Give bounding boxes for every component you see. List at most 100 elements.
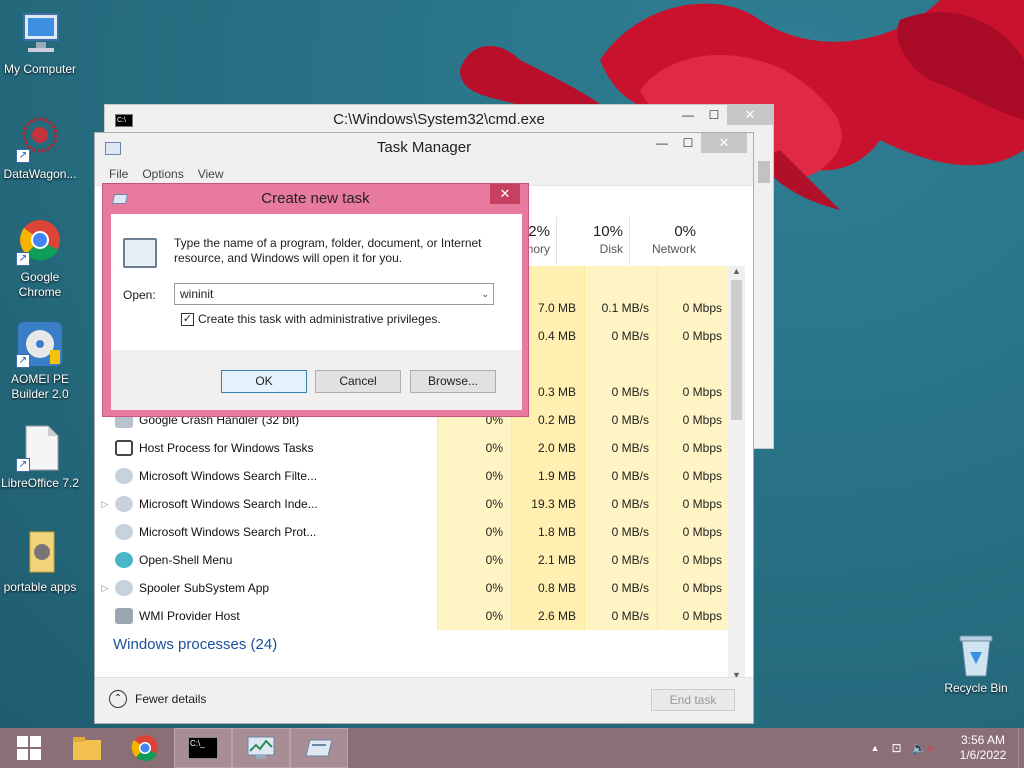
process-icon [115, 440, 133, 456]
chevron-down-icon[interactable]: ⌄ [481, 284, 489, 304]
folder-icon [16, 528, 64, 576]
tm-title-bar[interactable]: Task Manager — ☐ ✕ [95, 133, 753, 163]
open-combobox[interactable]: wininit ⌄ [174, 283, 494, 305]
aomei-icon: ↗ [16, 320, 64, 368]
close-button[interactable]: ✕ [490, 184, 520, 204]
dialog-message: Type the name of a program, folder, docu… [174, 236, 482, 265]
expand-arrow-icon[interactable]: ▷ [95, 499, 115, 510]
scroll-thumb[interactable] [731, 280, 742, 420]
clock-time: 3:56 AM [960, 733, 1006, 747]
cmd-icon: C:\ [115, 114, 133, 127]
desktop-icon-label: AOMEI PE Builder 2.0 [10, 372, 69, 401]
menu-file[interactable]: File [109, 163, 128, 185]
desktop-icon-label: My Computer [3, 62, 77, 76]
column-disk[interactable]: 10% Disk [556, 217, 629, 265]
process-name: WMI Provider Host [139, 609, 240, 623]
process-icon [115, 580, 133, 596]
desktop-icon-datawagon[interactable]: ↗ DataWagon... [0, 115, 80, 182]
desktop-icon-label: portable apps [3, 580, 77, 594]
cancel-button[interactable]: Cancel [315, 370, 401, 393]
datawagon-icon: ↗ [16, 115, 64, 163]
tm-scrollbar[interactable]: ▲ ▼ [728, 266, 745, 680]
start-button[interactable] [0, 728, 58, 768]
process-name: Microsoft Windows Search Filte... [139, 469, 318, 483]
dialog-title-bar[interactable]: Create new task ✕ [103, 184, 528, 214]
taskbar-run-dialog[interactable] [290, 728, 348, 768]
volume-muted-icon[interactable]: 🔈✕ [912, 741, 935, 755]
maximize-button[interactable]: ☐ [701, 105, 727, 125]
tray-chevron-up-icon[interactable]: ▲ [871, 743, 880, 753]
scroll-thumb[interactable] [758, 161, 770, 183]
maximize-button[interactable]: ☐ [675, 133, 701, 153]
clock[interactable]: 3:56 AM 1/6/2022 [948, 733, 1018, 763]
table-row[interactable]: WMI Provider Host 0% 2.6 MB 0 MB/s 0 Mbps [95, 602, 729, 630]
desktop-icon-label: LibreOffice 7.2 [1, 476, 79, 490]
column-network[interactable]: 0% Network [629, 217, 702, 265]
system-tray: ▲ ⊡ 🔈✕ 3:56 AM 1/6/2022 [871, 728, 1024, 768]
shortcut-arrow-icon: ↗ [16, 252, 30, 266]
table-row[interactable]: Host Process for Windows Tasks 0% 2.0 MB 0… [95, 434, 729, 462]
cmd-icon: C:\_ [188, 737, 218, 759]
checkbox-check-icon[interactable]: ✓ [181, 312, 194, 326]
create-new-task-dialog[interactable]: Create new task ✕ Type the name of a pro… [102, 183, 529, 417]
desktop-icon-label: Google Chrome [18, 270, 62, 299]
table-row[interactable]: ▷ Spooler SubSystem App 0% 0.8 MB 0 MB/s 0 … [95, 574, 729, 602]
taskbar-file-explorer[interactable] [58, 728, 116, 768]
desktop-icon-portable-apps[interactable]: portable apps [0, 528, 80, 595]
checkbox-label: Create this task with administrative pri… [198, 312, 441, 326]
taskbar-cmd[interactable]: C:\_ [174, 728, 232, 768]
expand-arrow-icon[interactable]: ▷ [95, 583, 115, 594]
run-icon [305, 739, 333, 757]
run-program-icon [123, 238, 157, 268]
process-name: Microsoft Windows Search Inde... [139, 497, 318, 511]
cmd-title: C:\Windows\System32\cmd.exe [333, 111, 545, 128]
table-row[interactable]: ▷ Microsoft Windows Search Inde... 0% 19.… [95, 490, 729, 518]
open-label: Open: [123, 288, 156, 302]
open-input-value[interactable]: wininit [180, 287, 213, 301]
process-name: Spooler SubSystem App [139, 581, 270, 595]
table-row[interactable]: Open-Shell Menu 0% 2.1 MB 0 MB/s 0 Mbps [95, 546, 729, 574]
scroll-up-icon[interactable]: ▲ [728, 266, 745, 276]
cmd-scrollbar[interactable] [755, 149, 773, 441]
tm-menubar: File Options View [95, 163, 753, 185]
close-button[interactable]: ✕ [727, 105, 773, 125]
process-name: Microsoft Windows Search Prot... [139, 525, 317, 539]
cmd-title-bar[interactable]: C:\ C:\Windows\System32\cmd.exe — ☐ ✕ [105, 105, 773, 135]
desktop-icon-my-computer[interactable]: My Computer [0, 10, 80, 77]
desktop-icon-recycle-bin[interactable]: Recycle Bin [936, 630, 1016, 695]
section-header: Windows processes (24) [113, 636, 278, 653]
desktop-icon-aomei-pe-builder[interactable]: ↗ AOMEI PE Builder 2.0 [0, 320, 80, 402]
browse-button[interactable]: Browse... [410, 370, 496, 393]
desktop-icon-label: Recycle Bin [944, 681, 1008, 695]
task-manager-icon [247, 736, 275, 759]
minimize-button[interactable]: — [675, 105, 701, 125]
recycle-bin-icon [959, 635, 993, 677]
dialog-body: Type the name of a program, folder, docu… [111, 214, 522, 410]
task-manager-icon [105, 142, 121, 155]
admin-privileges-checkbox[interactable]: ✓ Create this task with administrative p… [181, 312, 441, 326]
folder-icon [73, 737, 101, 760]
network-icon[interactable]: ⊡ [891, 741, 901, 755]
menu-view[interactable]: View [198, 163, 224, 185]
desktop-icon-libreoffice[interactable]: ↗ LibreOffice 7.2 [0, 424, 80, 491]
taskbar-task-manager[interactable] [232, 728, 290, 768]
chrome-icon [131, 735, 158, 762]
taskbar-chrome[interactable] [116, 728, 174, 768]
process-icon [115, 608, 133, 624]
ok-button[interactable]: OK [221, 370, 307, 393]
table-row[interactable]: Microsoft Windows Search Prot... 0% 1.8 M… [95, 518, 729, 546]
process-name: Host Process for Windows Tasks [139, 441, 314, 455]
menu-options[interactable]: Options [142, 163, 183, 185]
shortcut-arrow-icon: ↗ [16, 354, 30, 368]
shortcut-arrow-icon: ↗ [16, 149, 30, 163]
close-button[interactable]: ✕ [701, 133, 747, 153]
desktop-icon-google-chrome[interactable]: ↗ Google Chrome [0, 218, 80, 300]
tm-title: Task Manager [376, 139, 472, 156]
minimize-button[interactable]: — [649, 133, 675, 153]
fewer-details-button[interactable]: ⌃ Fewer details [109, 690, 206, 708]
run-icon [111, 194, 129, 204]
end-task-button[interactable]: End task [651, 689, 735, 711]
process-icon [115, 496, 133, 512]
show-desktop-button[interactable] [1018, 728, 1024, 768]
table-row[interactable]: Microsoft Windows Search Filte... 0% 1.9 … [95, 462, 729, 490]
